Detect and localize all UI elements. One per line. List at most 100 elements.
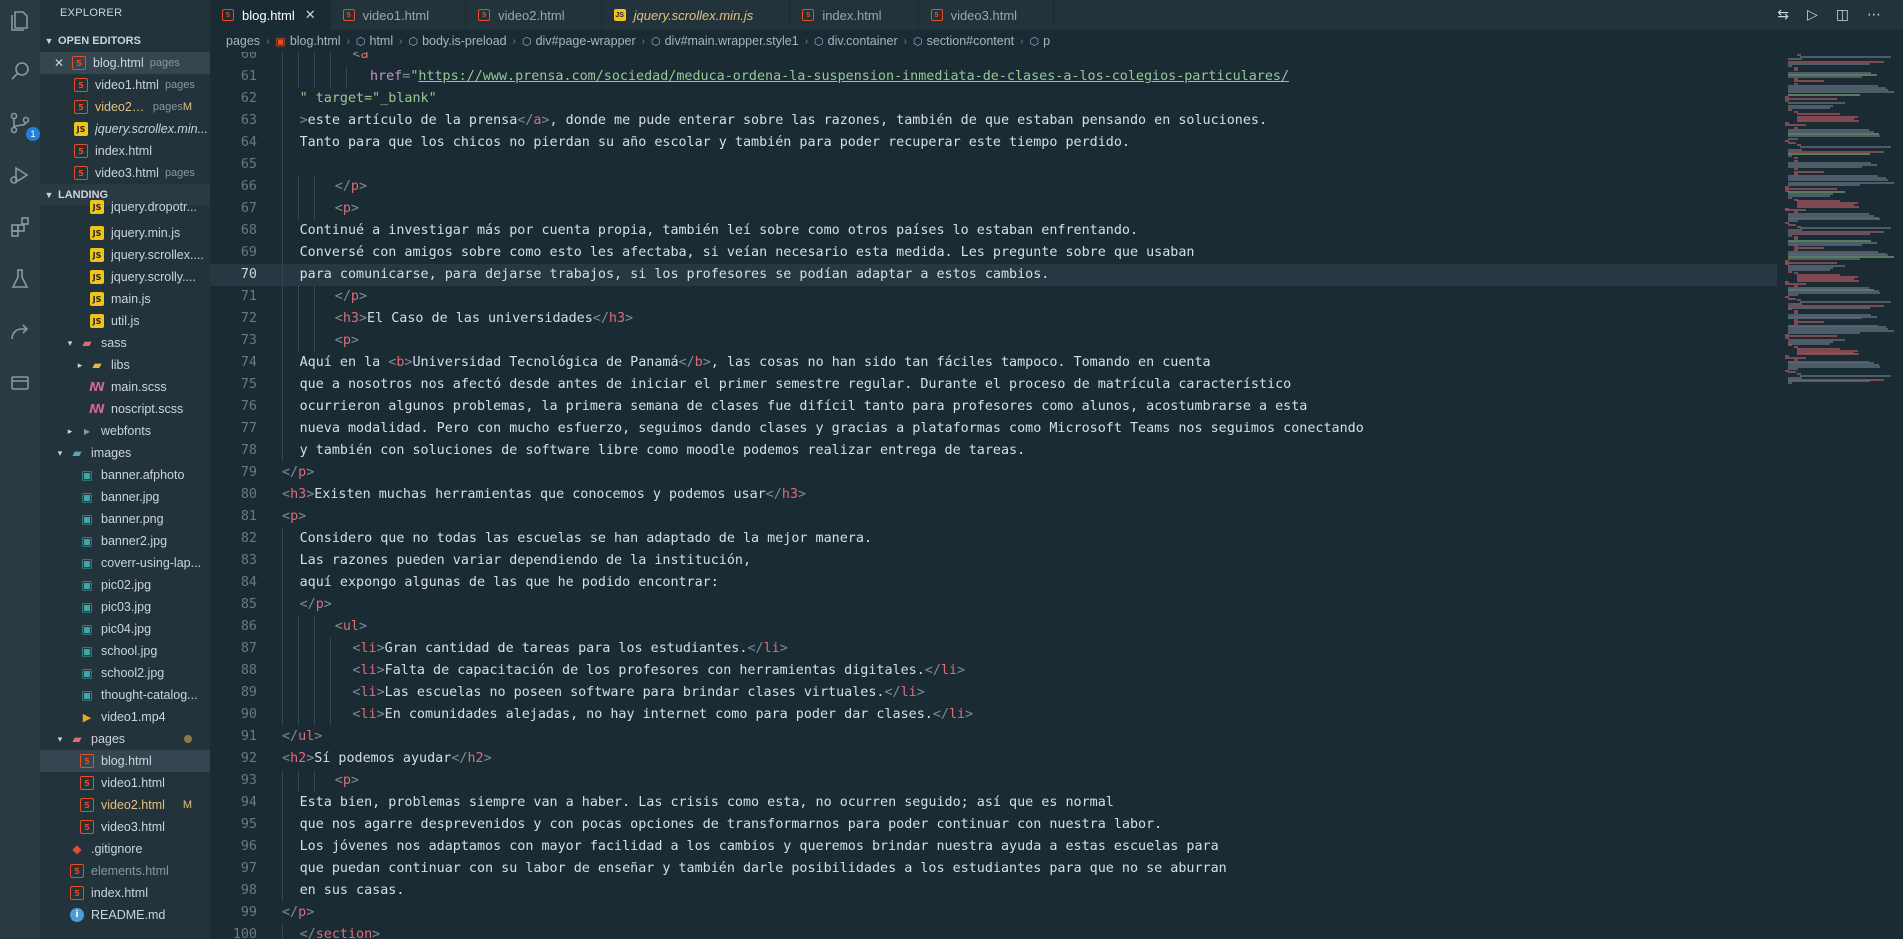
code-line[interactable]: 92 <h2>Sí podemos ayudar</h2> xyxy=(210,748,1777,770)
code-line[interactable]: 63 >este artículo de la prensa</a>, donde… xyxy=(210,110,1777,132)
breadcrumb-item[interactable]: p xyxy=(1043,34,1050,48)
code-line[interactable]: 73 <p> xyxy=(210,330,1777,352)
file-item[interactable]: 5 video2.html M xyxy=(40,794,210,816)
code-line[interactable]: 81 <p> xyxy=(210,506,1777,528)
file-item[interactable]: ▣ pic04.jpg xyxy=(40,618,210,640)
tab-video2-html[interactable]: 5 video2.html xyxy=(466,0,602,30)
tab-index-html[interactable]: 5 index.html xyxy=(790,0,919,30)
file-item[interactable]: ▣ school2.jpg xyxy=(40,662,210,684)
code-line[interactable]: 75 que a nosotros nos afectó desde antes … xyxy=(210,374,1777,396)
open-editor-item[interactable]: 5 index.html xyxy=(40,140,210,162)
code-line[interactable]: 93 <p> xyxy=(210,770,1777,792)
open-editor-item[interactable]: JS jquery.scrollex.min... xyxy=(40,118,210,140)
breadcrumb-item[interactable]: div#page-wrapper xyxy=(536,34,636,48)
breadcrumb-item[interactable]: blog.html xyxy=(290,34,341,48)
file-item[interactable]: ▶ video1.mp4 xyxy=(40,706,210,728)
code-line[interactable]: 98 en sus casas. xyxy=(210,880,1777,902)
code-line[interactable]: 95 que nos agarre desprevenidos y con poc… xyxy=(210,814,1777,836)
code-line[interactable]: 64 Tanto para que los chicos no pierdan s… xyxy=(210,132,1777,154)
code-line[interactable]: 83 Las razones pueden variar dependiendo … xyxy=(210,550,1777,572)
file-item[interactable]: ◆ .gitignore xyxy=(40,838,210,860)
code-line[interactable]: 72 <h3>El Caso de las universidades</h3> xyxy=(210,308,1777,330)
code-line[interactable]: 70 para comunicarse, para dejarse trabajo… xyxy=(210,264,1777,286)
file-item[interactable]: ꟿ main.scss xyxy=(40,376,210,398)
search-icon[interactable] xyxy=(5,56,35,86)
code-line[interactable]: 67 <p> xyxy=(210,198,1777,220)
code-line[interactable]: 60 <a xyxy=(210,52,1777,66)
file-item[interactable]: JS jquery.scrollex.... xyxy=(40,244,210,266)
remote-explorer-icon[interactable] xyxy=(5,368,35,398)
close-icon[interactable]: ✕ xyxy=(52,56,66,70)
folder-item[interactable]: ▸ ▸ webfonts xyxy=(40,420,210,442)
file-item[interactable]: ▣ banner.png xyxy=(40,508,210,530)
breadcrumb-item[interactable]: section#content xyxy=(927,34,1015,48)
code-line[interactable]: 78 y también con soluciones de software l… xyxy=(210,440,1777,462)
code-line[interactable]: 100 </section> xyxy=(210,924,1777,939)
code-line[interactable]: 69 Conversé con amigos sobre como esto le… xyxy=(210,242,1777,264)
code-line[interactable]: 65 xyxy=(210,154,1777,176)
file-item[interactable]: JS jquery.dropotr... xyxy=(40,196,210,218)
code-line[interactable]: 85 </p> xyxy=(210,594,1777,616)
tab-jquery-scrollex-min-js[interactable]: JS jquery.scrollex.min.js xyxy=(602,0,791,30)
more-actions-icon[interactable]: ⋯ xyxy=(1867,7,1881,23)
code-line[interactable]: 86 <ul> xyxy=(210,616,1777,638)
file-item[interactable]: ▣ banner.afphoto xyxy=(40,464,210,486)
live-share-icon[interactable] xyxy=(5,316,35,346)
close-icon[interactable]: ✕ xyxy=(305,7,316,23)
file-item[interactable]: ▣ thought-catalog... xyxy=(40,684,210,706)
code-line[interactable]: 61 href="https://www.prensa.com/sociedad/… xyxy=(210,66,1777,88)
code-line[interactable]: 88 <li>Falta de capacitación de los profe… xyxy=(210,660,1777,682)
file-item[interactable]: 5 index.html xyxy=(40,882,210,904)
file-item[interactable]: 5 video1.html xyxy=(40,772,210,794)
code-line[interactable]: 89 <li>Las escuelas no poseen software pa… xyxy=(210,682,1777,704)
file-item[interactable]: JS jquery.scrolly.... xyxy=(40,266,210,288)
code-line[interactable]: 79 </p> xyxy=(210,462,1777,484)
file-item[interactable]: ▣ banner2.jpg xyxy=(40,530,210,552)
file-item[interactable]: ▣ banner.jpg xyxy=(40,486,210,508)
open-editor-item[interactable]: 5 video2.html pagesM xyxy=(40,96,210,118)
tab-video3-html[interactable]: 5 video3.html xyxy=(919,0,1055,30)
code-line[interactable]: 76 ocurrieron algunos problemas, la prime… xyxy=(210,396,1777,418)
files-icon[interactable] xyxy=(5,6,35,36)
breadcrumb-item[interactable]: html xyxy=(370,34,394,48)
file-item[interactable]: ▣ coverr-using-lap... xyxy=(40,552,210,574)
breadcrumb-item[interactable]: body.is-preload xyxy=(422,34,507,48)
minimap[interactable] xyxy=(1777,52,1903,939)
open-editor-item[interactable]: 5 video1.html pages xyxy=(40,74,210,96)
run-icon[interactable]: ▷ xyxy=(1807,7,1818,23)
code-line[interactable]: 82 Considero que no todas las escuelas se… xyxy=(210,528,1777,550)
code-line[interactable]: 77 nueva modalidad. Pero con mucho esfuer… xyxy=(210,418,1777,440)
breadcrumb-item[interactable]: div#main.wrapper.style1 xyxy=(665,34,799,48)
breadcrumb-item[interactable]: pages xyxy=(226,34,260,48)
file-item[interactable]: JS jquery.min.js xyxy=(40,222,210,244)
extensions-icon[interactable] xyxy=(5,212,35,242)
file-item[interactable]: ▣ school.jpg xyxy=(40,640,210,662)
compare-icon[interactable]: ⇆ xyxy=(1777,7,1789,23)
file-item[interactable]: i README.md xyxy=(40,904,210,926)
code-line[interactable]: 66 </p> xyxy=(210,176,1777,198)
code-line[interactable]: 96 Los jóvenes nos adaptamos con mayor fa… xyxy=(210,836,1777,858)
file-item[interactable]: 5 elements.html xyxy=(40,860,210,882)
file-item[interactable]: ▣ pic03.jpg xyxy=(40,596,210,618)
folder-item[interactable]: ▾ ▰ sass xyxy=(40,332,210,354)
breadcrumb-item[interactable]: div.container xyxy=(828,34,898,48)
code-line[interactable]: 80 <h3>Existen muchas herramientas que co… xyxy=(210,484,1777,506)
folder-item[interactable]: ▾ ▰ images xyxy=(40,442,210,464)
tab-blog-html[interactable]: 5 blog.html ✕ xyxy=(210,0,331,30)
code-line[interactable]: 97 que puedan continuar con su labor de e… xyxy=(210,858,1777,880)
code-line[interactable]: 94 Esta bien, problemas siempre van a hab… xyxy=(210,792,1777,814)
code-line[interactable]: 84 aquí expongo algunas de las que he pod… xyxy=(210,572,1777,594)
code-line[interactable]: 68 Continué a investigar más por cuenta p… xyxy=(210,220,1777,242)
folder-item[interactable]: ▸ ▰ libs xyxy=(40,354,210,376)
file-item[interactable]: 5 blog.html xyxy=(40,750,210,772)
code-line[interactable]: 91 </ul> xyxy=(210,726,1777,748)
open-editor-item[interactable]: ✕ 5 blog.html pages xyxy=(40,52,210,74)
code-line[interactable]: 62 " target="_blank" xyxy=(210,88,1777,110)
code-line[interactable]: 87 <li>Gran cantidad de tareas para los e… xyxy=(210,638,1777,660)
file-item[interactable]: 5 video3.html xyxy=(40,816,210,838)
file-item[interactable]: ꟿ noscript.scss xyxy=(40,398,210,420)
code-line[interactable]: 99 </p> xyxy=(210,902,1777,924)
open-editors-header[interactable]: ▼ OPEN EDITORS xyxy=(40,30,210,52)
split-editor-icon[interactable]: ◫ xyxy=(1836,7,1849,23)
file-item[interactable]: ▣ pic02.jpg xyxy=(40,574,210,596)
